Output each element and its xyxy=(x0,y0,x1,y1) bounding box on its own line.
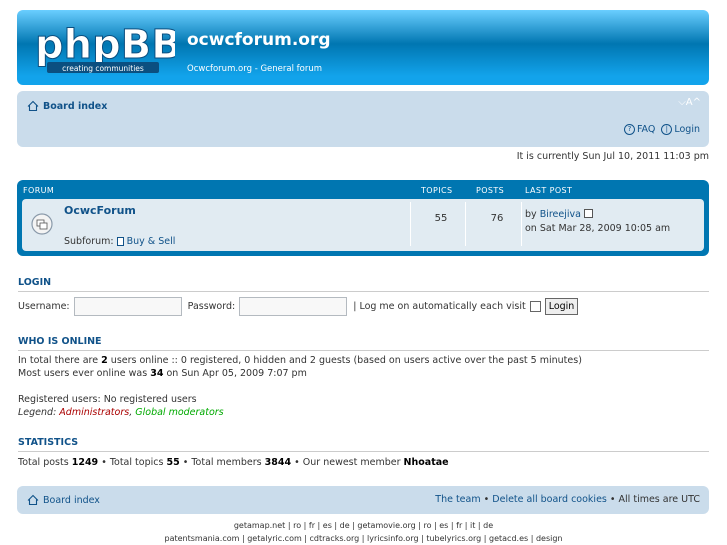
stat-posts: 1249 xyxy=(71,457,99,468)
header-topics: TOPICS xyxy=(421,186,453,195)
online-max-count: 34 xyxy=(150,368,164,379)
autologin-label: | Log me on automatically each visit xyxy=(353,301,526,312)
column-divider xyxy=(521,202,522,246)
logo-tagline: creating communities xyxy=(62,64,144,73)
login-heading: LOGIN xyxy=(18,277,709,292)
online-total-count: 2 xyxy=(101,355,108,366)
forum-read-icon xyxy=(31,213,53,235)
login-form: Username: Password: | Log me on automati… xyxy=(18,297,579,316)
faq-link[interactable]: ? FAQ xyxy=(623,124,656,135)
faq-label: FAQ xyxy=(636,124,656,135)
site-header: phpBB creating communities ocwcforum.org… xyxy=(17,10,709,85)
login-link[interactable]: | Login xyxy=(661,124,700,135)
last-post-date: on Sat Mar 28, 2009 10:05 am xyxy=(525,223,671,234)
site-description: Ocwcforum.org - General forum xyxy=(187,64,323,74)
statistics-line: Total posts 1249 • Total topics 55 • Tot… xyxy=(18,456,449,469)
registered-users: Registered users: No registered users Le… xyxy=(18,393,224,419)
forum-topics-count: 55 xyxy=(434,213,448,224)
forum-title-link[interactable]: OcwcForum xyxy=(64,204,136,217)
board-index-label: Board index xyxy=(43,100,108,112)
home-icon xyxy=(27,100,39,112)
current-time: It is currently Sun Jul 10, 2011 11:03 p… xyxy=(516,151,709,162)
home-icon xyxy=(27,494,39,506)
footer-board-index-label: Board index xyxy=(43,494,100,506)
header-forum: FORUM xyxy=(23,186,55,195)
power-icon: | xyxy=(661,124,673,135)
online-max-prefix: Most users ever online was xyxy=(18,368,148,379)
timezone-text: All times are UTC xyxy=(618,494,700,505)
footer-separator: • xyxy=(609,494,616,505)
navbar: Board index ⌵A^ ? FAQ | Login xyxy=(17,91,709,147)
footer-board-index[interactable]: Board index xyxy=(27,494,100,506)
online-total-suffix: users online :: 0 registered, 0 hidden a… xyxy=(110,355,582,366)
online-total-prefix: In total there are xyxy=(18,355,99,366)
stat-newest-label: • Our newest member xyxy=(294,457,401,468)
team-link[interactable]: The team xyxy=(435,494,480,505)
legend-global-moderators[interactable]: Global moderators xyxy=(135,407,223,418)
username-input[interactable] xyxy=(73,297,182,316)
font-resize-control[interactable]: ⌵A^ xyxy=(678,97,701,108)
subforum-label: Subforum: xyxy=(64,236,114,247)
stat-topics-label: • Total topics xyxy=(101,457,164,468)
password-input[interactable] xyxy=(239,297,348,316)
header-posts: POSTS xyxy=(476,186,505,195)
last-post-info: by Bireejiva on Sat Mar 28, 2009 10:05 a… xyxy=(525,208,670,236)
stat-topics: 55 xyxy=(166,457,180,468)
credits-line-2[interactable]: patentsmania.com | getalyric.com | cdtra… xyxy=(0,534,727,543)
forum-row: OcwcForum Subforum: Buy & Sell 55 76 by … xyxy=(22,199,704,251)
subforum-link[interactable]: Buy & Sell xyxy=(127,236,176,247)
online-max-suffix: on Sun Apr 05, 2009 7:07 pm xyxy=(166,368,307,379)
legend-label: Legend: xyxy=(18,407,57,418)
delete-cookies-link[interactable]: Delete all board cookies xyxy=(492,494,607,505)
registered-users-text: Registered users: No registered users xyxy=(18,394,197,405)
site-title[interactable]: ocwcforum.org xyxy=(187,30,331,50)
autologin-checkbox[interactable] xyxy=(529,301,541,312)
footer-navbar: Board index The team • Delete all board … xyxy=(17,486,709,514)
stat-members: 3844 xyxy=(264,457,292,468)
statistics-heading: STATISTICS xyxy=(18,437,709,452)
login-label: Login xyxy=(674,124,700,135)
phpbb-logo[interactable]: phpBB creating communities xyxy=(33,22,175,74)
forum-list: FORUM TOPICS POSTS LAST POST OcwcForum S… xyxy=(17,180,709,256)
who-is-online-heading: WHO IS ONLINE xyxy=(18,336,709,351)
stat-members-label: • Total members xyxy=(182,457,262,468)
newest-member-link[interactable]: Nhoatae xyxy=(404,457,449,468)
subforum-line: Subforum: Buy & Sell xyxy=(64,236,175,247)
legend-separator: , xyxy=(129,407,133,418)
username-label: Username: xyxy=(18,301,70,312)
column-divider xyxy=(465,202,466,246)
subforum-icon xyxy=(116,237,124,246)
view-latest-post-icon[interactable] xyxy=(583,209,593,218)
column-divider xyxy=(410,202,411,246)
credits-line-1[interactable]: getamap.net | ro | fr | es | de | getamo… xyxy=(0,521,727,530)
password-label: Password: xyxy=(187,301,236,312)
last-post-author-link[interactable]: Bireejiva xyxy=(540,209,581,220)
last-post-by: by xyxy=(525,209,537,220)
header-last-post: LAST POST xyxy=(525,186,573,195)
login-button[interactable]: Login xyxy=(544,298,579,315)
footer-separator: • xyxy=(483,494,490,505)
breadcrumb-board-index[interactable]: Board index xyxy=(27,100,107,112)
forum-posts-count: 76 xyxy=(490,213,504,224)
footer-links: The team • Delete all board cookies • Al… xyxy=(435,494,700,505)
nav-links: ? FAQ | Login xyxy=(623,124,700,135)
logo-text: phpBB xyxy=(35,22,175,68)
online-summary: In total there are 2 users online :: 0 r… xyxy=(18,354,582,380)
stat-posts-label: Total posts xyxy=(18,457,69,468)
legend-administrators[interactable]: Administrators xyxy=(59,407,129,418)
faq-icon: ? xyxy=(623,124,635,135)
